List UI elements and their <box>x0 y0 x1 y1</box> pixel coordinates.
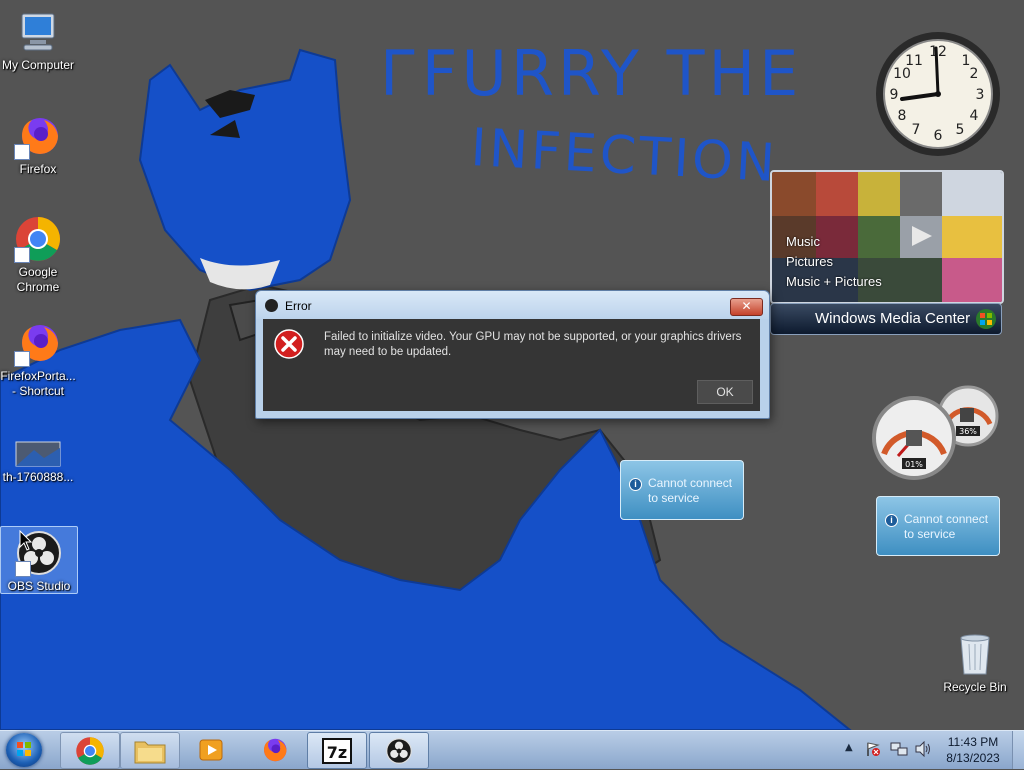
show-desktop-button[interactable] <box>1012 731 1024 769</box>
desktop-icon-obs-studio[interactable]: OBS Studio <box>0 526 78 594</box>
dialog-body: Failed to initialize video. Your GPU may… <box>263 319 760 411</box>
svg-text:3: 3 <box>976 87 985 103</box>
desktop-icon-label: Recycle Bin <box>943 680 1007 694</box>
svg-text:8: 8 <box>898 108 907 124</box>
volume-icon[interactable] <box>914 741 932 757</box>
chrome-icon <box>14 215 62 263</box>
desktop-icon-label: Google Chrome <box>16 265 60 294</box>
service-gadget-text: Cannot connect to service <box>904 512 989 541</box>
desktop-icon-label: th-1760888... <box>2 470 74 484</box>
service-gadget[interactable]: i Cannot connect to service <box>620 460 744 520</box>
media-center-brand: Windows Media Center <box>815 310 970 327</box>
7zip-icon: 7z <box>322 738 352 764</box>
media-center-menu: Music Pictures Music + Pictures <box>786 232 882 292</box>
firefox-icon <box>14 112 62 160</box>
shortcut-arrow-icon <box>15 561 31 577</box>
svg-text:12: 12 <box>929 44 947 60</box>
media-center-menu-music[interactable]: Music <box>786 232 882 252</box>
windows-logo-icon <box>17 742 31 756</box>
desktop-icon-recycle-bin[interactable]: Recycle Bin <box>937 630 1013 695</box>
shortcut-arrow-icon <box>14 144 30 160</box>
info-icon: i <box>629 478 642 491</box>
desktop-icon-google-chrome[interactable]: Google Chrome <box>0 215 76 295</box>
taskbar-obs-button[interactable] <box>369 732 429 769</box>
media-player-icon <box>199 739 223 761</box>
folder-icon <box>134 741 166 764</box>
chrome-icon <box>76 737 104 765</box>
start-button[interactable] <box>6 733 42 767</box>
taskbar-7zip-button[interactable]: 7z <box>307 732 367 769</box>
shortcut-arrow-icon <box>14 351 30 367</box>
windows-logo-icon <box>976 309 996 329</box>
desktop-icon-firefox-portable[interactable]: FirefoxPorta... - Shortcut <box>0 319 76 399</box>
service-gadget[interactable]: i Cannot connect to service <box>876 496 1000 556</box>
media-center-menu-pictures[interactable]: Pictures <box>786 252 882 272</box>
shortcut-arrow-icon <box>14 247 30 263</box>
taskbar-firefox-button[interactable] <box>245 732 303 767</box>
media-center-brand-bold: Windows <box>815 310 876 327</box>
svg-text:11: 11 <box>905 53 923 69</box>
cpu-meter-value: 01% <box>905 460 923 469</box>
desktop-icon-label: OBS Studio <box>7 579 71 593</box>
taskbar-explorer-button[interactable] <box>120 732 180 769</box>
firefox-icon <box>264 738 287 762</box>
network-icon[interactable] <box>890 741 908 757</box>
clock-gadget[interactable]: 1212 345 678 91011 <box>874 30 1002 158</box>
taskbar: 7z ▲ 11:43 PM 8/13/2023 <box>0 730 1024 769</box>
svg-text:6: 6 <box>934 128 943 144</box>
media-center-brand-light: Media Center <box>880 310 971 327</box>
svg-text:7: 7 <box>912 122 921 138</box>
ok-button[interactable]: OK <box>697 380 753 404</box>
computer-icon <box>14 8 62 56</box>
action-center-flag-icon[interactable] <box>865 741 881 757</box>
image-thumbnail-icon <box>14 438 62 468</box>
error-dialog: Error ✕ Failed to initialize video. Your… <box>255 290 770 419</box>
cpu-meter-gadget[interactable]: 36% 01% <box>872 384 1002 480</box>
error-icon <box>274 329 304 359</box>
media-center-launch-bar[interactable]: Windows Media Center <box>770 303 1002 335</box>
desktop-icon-firefox[interactable]: Firefox <box>0 112 76 177</box>
desktop-icon-my-computer[interactable]: My Computer <box>0 8 76 73</box>
taskbar-media-player-button[interactable] <box>182 732 240 767</box>
dialog-close-button[interactable]: ✕ <box>730 298 763 316</box>
svg-text:2: 2 <box>970 66 979 82</box>
mouse-cursor-icon <box>19 530 33 551</box>
taskbar-date: 8/13/2023 <box>946 751 1000 765</box>
svg-text:4: 4 <box>970 108 979 124</box>
dialog-message: Failed to initialize video. Your GPU may… <box>324 331 742 358</box>
taskbar-clock[interactable]: 11:43 PM 8/13/2023 <box>940 734 1006 766</box>
info-icon: i <box>885 514 898 527</box>
show-hidden-icons-button[interactable]: ▲ <box>845 742 853 753</box>
firefox-icon <box>14 319 62 367</box>
obs-app-icon <box>265 299 278 312</box>
desktop-icon-label: FirefoxPorta... - Shortcut <box>0 369 76 398</box>
svg-text:5: 5 <box>956 122 965 138</box>
desktop-icon-label: My Computer <box>1 58 75 72</box>
taskbar-time: 11:43 PM <box>947 735 999 749</box>
service-gadget-text: Cannot connect to service <box>648 476 733 505</box>
taskbar-chrome-button[interactable] <box>60 732 120 769</box>
recycle-bin-icon <box>955 630 995 678</box>
svg-text:7z: 7z <box>327 743 347 762</box>
dialog-title: Error <box>285 299 312 313</box>
media-center-menu-music-pictures[interactable]: Music + Pictures <box>786 272 882 292</box>
obs-icon <box>386 738 412 764</box>
svg-text:9: 9 <box>890 87 899 103</box>
dialog-titlebar[interactable]: Error ✕ <box>256 291 769 319</box>
memory-meter-value: 36% <box>959 427 977 436</box>
desktop-icon-image-file[interactable]: th-1760888... <box>0 438 76 485</box>
wallpaper-title-line1: ГFURRY THE <box>380 37 802 110</box>
desktop-icon-label: Firefox <box>19 162 57 176</box>
